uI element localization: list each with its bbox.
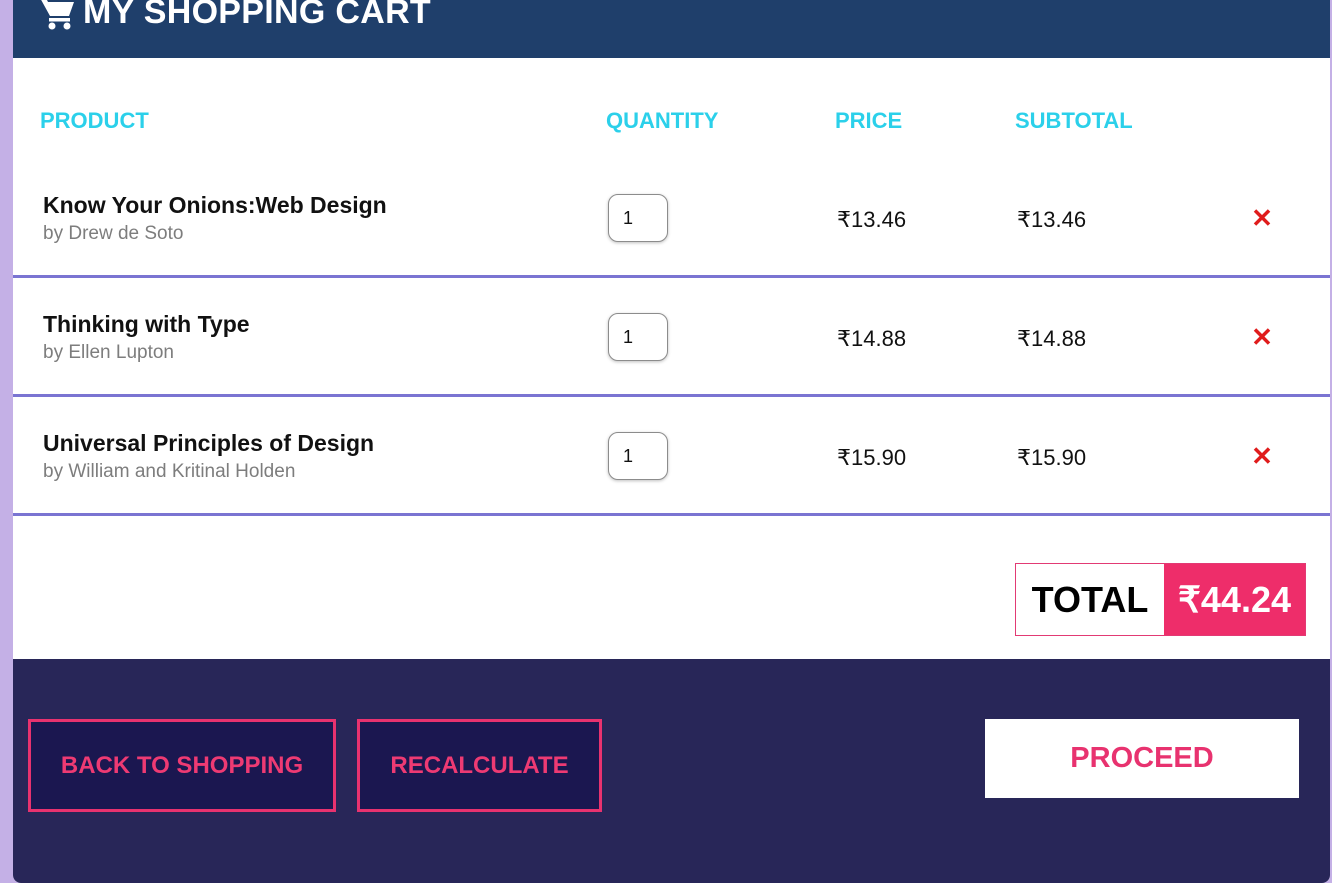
item-subtotal: ₹15.90	[1017, 445, 1087, 470]
cart-header: MY SHOPPING CART	[13, 0, 1330, 58]
cart-total: TOTAL ₹44.24	[1015, 563, 1306, 636]
back-to-shopping-button[interactable]: BACK TO SHOPPING	[28, 719, 336, 812]
page-title: MY SHOPPING CART	[83, 0, 431, 31]
cart-item-row: Know Your Onions:Web Design by Drew de S…	[13, 159, 1330, 278]
product-author: by William and Kritinal Holden	[43, 461, 296, 482]
cart-item-row: Universal Principles of Design by Willia…	[13, 397, 1330, 516]
item-price: ₹14.88	[837, 326, 907, 351]
product-name: Thinking with Type	[43, 311, 250, 337]
cart-footer: BACK TO SHOPPING RECALCULATE PROCEED	[13, 659, 1330, 883]
product-name: Universal Principles of Design	[43, 430, 375, 456]
remove-item-icon[interactable]: ✕	[1248, 442, 1276, 470]
cart-item-row: Thinking with Type by Ellen Lupton ₹14.8…	[13, 278, 1330, 397]
quantity-input[interactable]	[608, 194, 668, 242]
quantity-input[interactable]	[608, 313, 668, 361]
remove-item-icon[interactable]: ✕	[1248, 323, 1276, 351]
remove-item-icon[interactable]: ✕	[1248, 204, 1276, 232]
recalculate-button[interactable]: RECALCULATE	[357, 719, 602, 812]
item-subtotal: ₹14.88	[1017, 326, 1087, 351]
proceed-button[interactable]: PROCEED	[985, 719, 1299, 798]
product-author: by Ellen Lupton	[43, 342, 174, 363]
shopping-cart-icon	[41, 0, 74, 30]
product-name: Know Your Onions:Web Design	[43, 192, 387, 218]
item-price: ₹13.46	[837, 207, 907, 232]
item-price: ₹15.90	[837, 445, 907, 470]
total-label: TOTAL	[1016, 564, 1164, 635]
column-header-price: PRICE	[835, 108, 903, 133]
product-author: by Drew de Soto	[43, 223, 184, 244]
total-value: ₹44.24	[1164, 564, 1305, 635]
column-header-product: PRODUCT	[40, 108, 149, 133]
quantity-input[interactable]	[608, 432, 668, 480]
column-header-subtotal: SUBTOTAL	[1015, 108, 1133, 133]
item-subtotal: ₹13.46	[1017, 207, 1087, 232]
shopping-cart-card: MY SHOPPING CART PRODUCT QUANTITY PRICE …	[13, 0, 1330, 883]
column-header-quantity: QUANTITY	[606, 108, 719, 133]
